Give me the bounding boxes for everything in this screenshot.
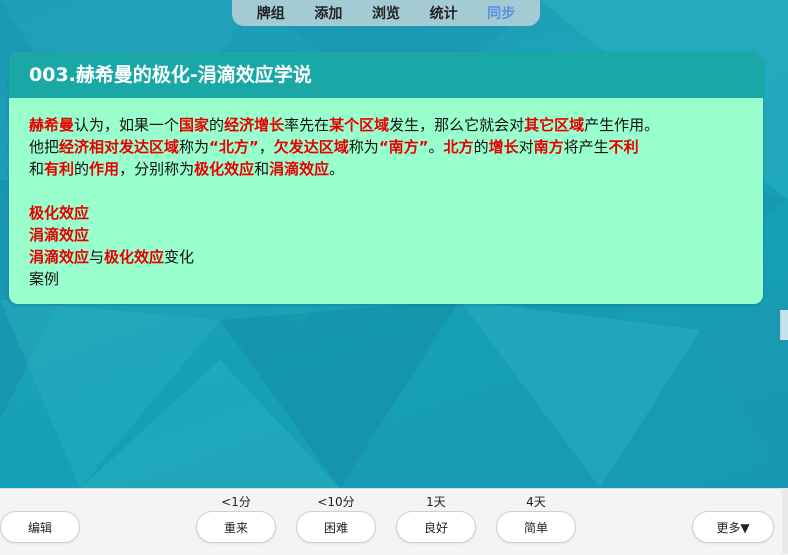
card-list-item-2: 涓滴效应: [29, 226, 90, 244]
highlight-term: 极化效应: [194, 160, 255, 178]
card-title: 003.赫希曼的极化-涓滴效应学说: [9, 52, 763, 98]
highlight-term: 欠发达区域: [273, 138, 349, 156]
highlight-term: 南方: [533, 138, 564, 156]
plain-text: 与: [89, 248, 105, 266]
plain-text: 。: [329, 160, 345, 178]
plain-text: 和: [254, 160, 270, 178]
plain-text: ，: [258, 138, 274, 156]
plain-text: 他把: [29, 138, 60, 156]
hard-button[interactable]: 困难: [296, 511, 376, 543]
highlight-term: 赫希曼: [29, 116, 75, 134]
edit-button[interactable]: 编辑: [0, 511, 80, 543]
plain-text: 对: [518, 138, 534, 156]
card-content: 赫希曼认为，如果一个国家的经济增长率先在某个区域发生，那么它就会对其它区域产生作…: [9, 98, 763, 290]
highlight-term: 涓滴效应: [29, 248, 90, 266]
card-text-line-3: 和有利的作用，分别称为极化效应和涓滴效应。: [29, 158, 743, 180]
card-list-item-1: 极化效应: [29, 204, 90, 222]
highlight-term: 经济增长: [224, 116, 285, 134]
easy-button[interactable]: 简单: [496, 511, 576, 543]
plain-text: 的: [209, 116, 225, 134]
nav-decks[interactable]: 牌组: [257, 3, 285, 23]
plain-text: 称为: [348, 138, 379, 156]
highlight-term: “南方”: [378, 138, 429, 156]
highlight-term: 某个区域: [329, 116, 390, 134]
nav-browse[interactable]: 浏览: [372, 3, 400, 23]
plain-text: 。: [428, 138, 444, 156]
card-text-line-2: 他把经济相对发达区域称为“北方”，欠发达区域称为“南方”。北方的增长对南方将产生…: [29, 136, 743, 158]
highlight-term: 经济相对发达区域: [59, 138, 180, 156]
more-button[interactable]: 更多▼: [692, 511, 774, 543]
again-button[interactable]: 重来: [196, 511, 276, 543]
plain-text: 发生，那么它就会对: [389, 116, 525, 134]
plain-text: ，分别称为: [119, 160, 195, 178]
side-edge-panel: [780, 310, 788, 340]
highlight-term: 极化效应: [104, 248, 165, 266]
plain-text: 产生作用。: [584, 116, 660, 134]
highlight-term: 北方: [443, 138, 474, 156]
plain-text: 将产生: [563, 138, 609, 156]
top-navigation: 牌组 添加 浏览 统计 同步: [232, 0, 540, 26]
flashcard: 003.赫希曼的极化-涓滴效应学说 赫希曼认为，如果一个国家的经济增长率先在某个…: [9, 52, 763, 304]
highlight-term: “北方”: [209, 138, 259, 156]
plain-text: 认为，如果一个: [74, 116, 180, 134]
card-list-item-4: 案例: [29, 270, 60, 288]
plain-text: 的: [473, 138, 489, 156]
highlight-term: 涓滴效应: [269, 160, 330, 178]
again-interval: <1分: [221, 495, 251, 509]
highlight-term: 其它区域: [524, 116, 585, 134]
plain-text: 变化: [164, 248, 195, 266]
scrollbar[interactable]: [782, 488, 788, 554]
plain-text: 称为: [179, 138, 210, 156]
nav-sync[interactable]: 同步: [487, 3, 515, 23]
card-text-line-1: 赫希曼认为，如果一个国家的经济增长率先在某个区域发生，那么它就会对其它区域产生作…: [29, 114, 743, 136]
nav-stats[interactable]: 统计: [430, 3, 458, 23]
highlight-term: 不利: [608, 138, 639, 156]
nav-add[interactable]: 添加: [314, 3, 342, 23]
good-button[interactable]: 良好: [396, 511, 476, 543]
plain-text: 的: [74, 160, 90, 178]
highlight-term: 国家: [179, 116, 210, 134]
highlight-term: 作用: [89, 160, 120, 178]
highlight-term: 增长: [488, 138, 519, 156]
card-list-item-3: 涓滴效应与极化效应变化: [29, 246, 743, 268]
easy-interval: 4天: [526, 495, 546, 509]
plain-text: 和: [29, 160, 45, 178]
good-interval: 1天: [426, 495, 446, 509]
hard-interval: <10分: [317, 495, 355, 509]
highlight-term: 有利: [44, 160, 75, 178]
answer-bar: 编辑 <1分 重来 <10分 困难 1天 良好 4天 简单 更多▼: [0, 488, 788, 555]
plain-text: 率先在: [284, 116, 330, 134]
